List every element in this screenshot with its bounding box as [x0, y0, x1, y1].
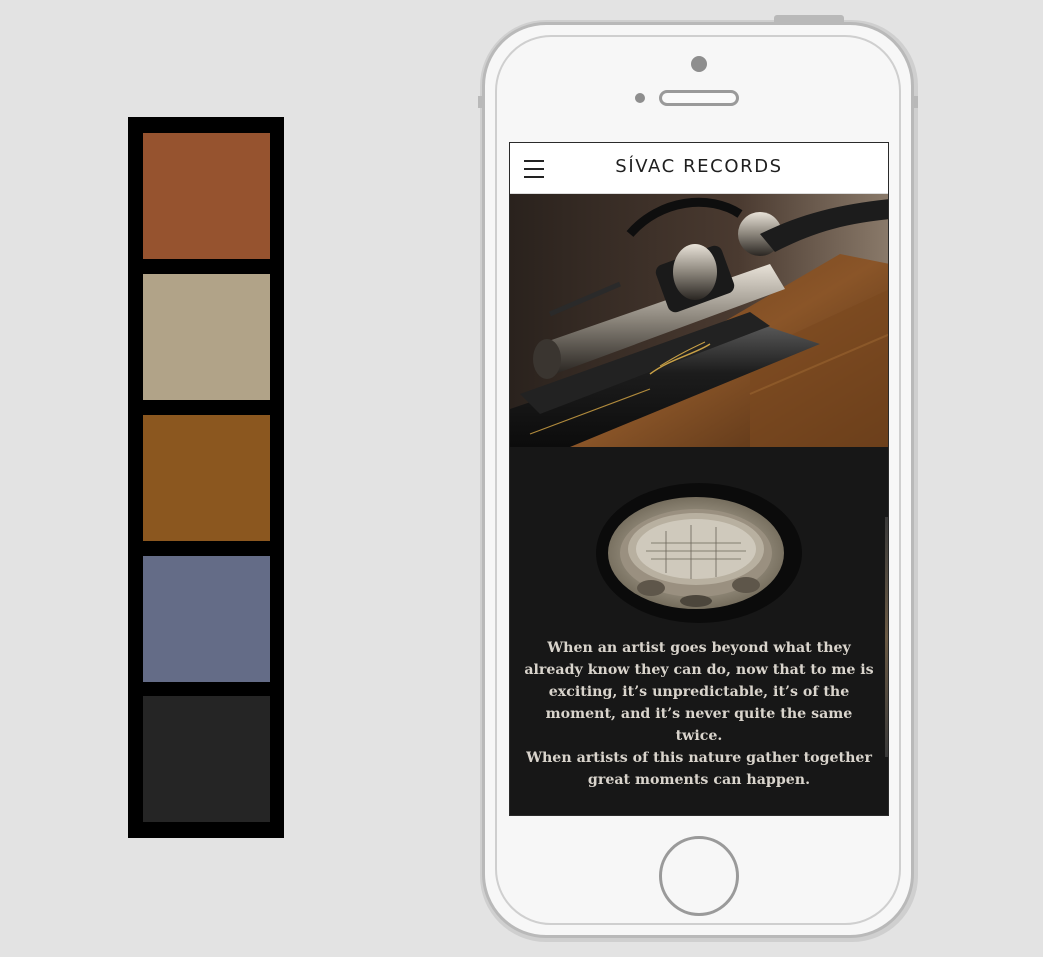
swatch-slate-blue — [143, 556, 270, 682]
carousel-edge — [885, 517, 888, 757]
tambourine-photo — [596, 483, 802, 623]
proximity-sensor — [635, 93, 645, 103]
content-section: When an artist goes beyond what they alr… — [510, 447, 888, 815]
earpiece-speaker — [659, 90, 739, 106]
canvas: SÍVAC RECORDS When an artist goes beyond… — [0, 0, 1043, 957]
power-button — [774, 15, 844, 22]
quote-paragraph-1: When an artist goes beyond what they alr… — [524, 640, 874, 744]
color-palette — [128, 117, 284, 838]
quote-paragraph-2: When artists of this nature gather toget… — [526, 750, 872, 788]
hero-image-phonograph — [510, 194, 888, 447]
swatch-sand — [143, 274, 270, 400]
swatch-rust — [143, 133, 270, 259]
swatch-bronze — [143, 415, 270, 541]
home-button[interactable] — [659, 836, 739, 916]
app-header: SÍVAC RECORDS — [510, 143, 888, 194]
side-button-right — [914, 96, 918, 108]
phone-screen: SÍVAC RECORDS When an artist goes beyond… — [509, 142, 889, 816]
swatch-charcoal — [143, 696, 270, 822]
site-title: SÍVAC RECORDS — [615, 156, 783, 177]
phonograph-illustration — [510, 194, 888, 447]
front-camera — [691, 56, 707, 72]
